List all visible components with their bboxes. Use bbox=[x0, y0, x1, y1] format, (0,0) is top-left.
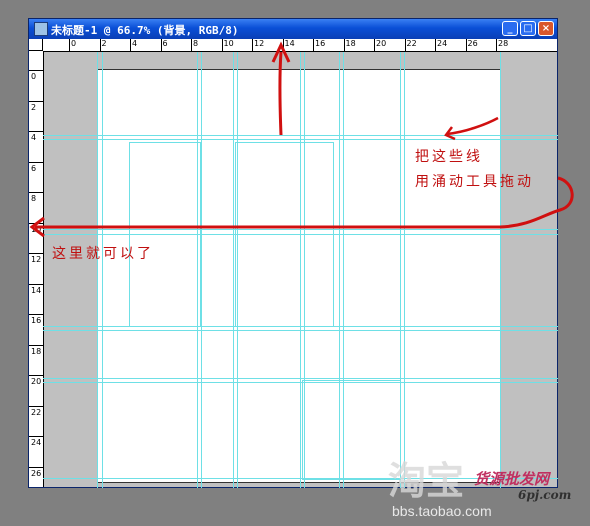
ruler-tick bbox=[29, 466, 43, 468]
ruler-tick bbox=[313, 39, 314, 51]
slice-box bbox=[129, 142, 201, 327]
ruler-tick bbox=[29, 375, 43, 376]
ruler-label: 10 bbox=[223, 39, 234, 48]
ruler-origin[interactable] bbox=[29, 39, 43, 51]
minimize-button[interactable]: _ bbox=[502, 21, 518, 36]
ruler-tick bbox=[29, 253, 43, 254]
close-button[interactable]: × bbox=[538, 21, 554, 36]
ruler-tick bbox=[435, 39, 436, 51]
ruler-label: 22 bbox=[406, 39, 417, 48]
guide-horizontal[interactable] bbox=[43, 382, 558, 383]
watermark-site: 6pj.com bbox=[518, 488, 572, 502]
ruler-label: 8 bbox=[193, 39, 199, 48]
watermark-source: 货源批发网 bbox=[474, 470, 550, 488]
ruler-label: 20 bbox=[376, 39, 387, 48]
ruler-tick bbox=[191, 39, 192, 51]
ruler-label: 22 bbox=[31, 407, 42, 417]
watermark-taobao: 淘宝 bbox=[388, 459, 465, 503]
ruler-label: 18 bbox=[345, 39, 356, 48]
slice-box bbox=[235, 142, 334, 327]
watermark-url: bbs.taobao.com bbox=[392, 503, 492, 519]
ruler-tick bbox=[221, 39, 223, 51]
ruler-tick bbox=[374, 39, 375, 51]
ruler-label: 16 bbox=[31, 316, 42, 325]
ruler-label: 26 bbox=[467, 39, 478, 48]
ruler-label: 10 bbox=[31, 224, 42, 234]
left-ruler[interactable]: 0 2 4 6 8 10 12 14 16 18 20 22 24 26 bbox=[29, 51, 44, 487]
ruler-tick bbox=[29, 192, 43, 193]
annotation-here: 这里就可以了 bbox=[52, 246, 154, 262]
ruler-label: 4 bbox=[132, 39, 138, 48]
ruler-label: 0 bbox=[31, 72, 37, 81]
ruler-tick bbox=[29, 70, 43, 71]
ruler-label: 2 bbox=[101, 39, 107, 48]
guide-horizontal[interactable] bbox=[43, 135, 558, 136]
ruler-label: 12 bbox=[31, 255, 42, 264]
ruler-tick bbox=[404, 39, 406, 51]
ruler-label: 16 bbox=[315, 39, 326, 48]
ruler-tick bbox=[69, 39, 70, 51]
ruler-tick bbox=[29, 131, 43, 132]
ruler-tick bbox=[252, 39, 253, 51]
ruler-label: 2 bbox=[31, 102, 37, 112]
ruler-label: 4 bbox=[31, 133, 37, 142]
annotation-move-tool: 用涌动工具拖动 bbox=[415, 174, 534, 190]
top-ruler[interactable]: 0 2 4 6 8 10 12 14 16 18 20 22 24 26 28 bbox=[43, 39, 557, 52]
maximize-button[interactable]: □ bbox=[520, 21, 536, 36]
ruler-tick bbox=[29, 222, 43, 224]
ruler-label: 14 bbox=[284, 39, 295, 48]
guide-vertical[interactable] bbox=[97, 52, 98, 488]
ruler-label: 8 bbox=[31, 194, 37, 203]
ruler-tick bbox=[29, 100, 43, 102]
ruler-label: 24 bbox=[437, 39, 448, 48]
guide-vertical[interactable] bbox=[102, 52, 103, 488]
ruler-label: 18 bbox=[31, 346, 42, 356]
guide-vertical[interactable] bbox=[233, 52, 234, 488]
ruler-tick bbox=[130, 39, 131, 51]
ruler-tick bbox=[29, 314, 43, 315]
ruler-label: 6 bbox=[31, 163, 37, 173]
guide-horizontal[interactable] bbox=[43, 139, 558, 140]
guide-vertical[interactable] bbox=[500, 52, 501, 488]
title-bar[interactable]: 未标题-1 @ 66.7% (背景, RGB/8) _ □ × bbox=[29, 19, 557, 39]
ruler-label: 12 bbox=[254, 39, 265, 48]
ruler-tick bbox=[29, 161, 43, 163]
slice-box bbox=[302, 380, 401, 480]
ruler-tick bbox=[160, 39, 162, 51]
ruler-label: 20 bbox=[31, 377, 42, 386]
photoshop-doc-icon bbox=[34, 22, 48, 36]
ruler-label: 28 bbox=[498, 39, 509, 48]
ruler-tick bbox=[465, 39, 467, 51]
window-title: 未标题-1 @ 66.7% (背景, RGB/8) bbox=[51, 24, 239, 37]
ruler-label: 14 bbox=[31, 285, 42, 295]
guide-horizontal[interactable] bbox=[43, 378, 558, 379]
ruler-tick bbox=[99, 39, 101, 51]
ruler-label: 0 bbox=[71, 39, 77, 48]
ruler-tick bbox=[29, 405, 43, 407]
ruler-label: 26 bbox=[31, 468, 42, 478]
ruler-tick bbox=[29, 344, 43, 346]
annotation-drag-lines: 把这些线 bbox=[415, 149, 483, 165]
guide-vertical[interactable] bbox=[201, 52, 202, 488]
ruler-label: 6 bbox=[162, 39, 168, 48]
ruler-label: 24 bbox=[31, 438, 42, 447]
ruler-tick bbox=[343, 39, 345, 51]
ruler-tick bbox=[29, 283, 43, 285]
ruler-tick bbox=[282, 39, 284, 51]
ruler-tick bbox=[29, 436, 43, 437]
guide-horizontal[interactable] bbox=[43, 330, 558, 331]
ruler-tick bbox=[496, 39, 497, 51]
guide-vertical[interactable] bbox=[404, 52, 405, 488]
